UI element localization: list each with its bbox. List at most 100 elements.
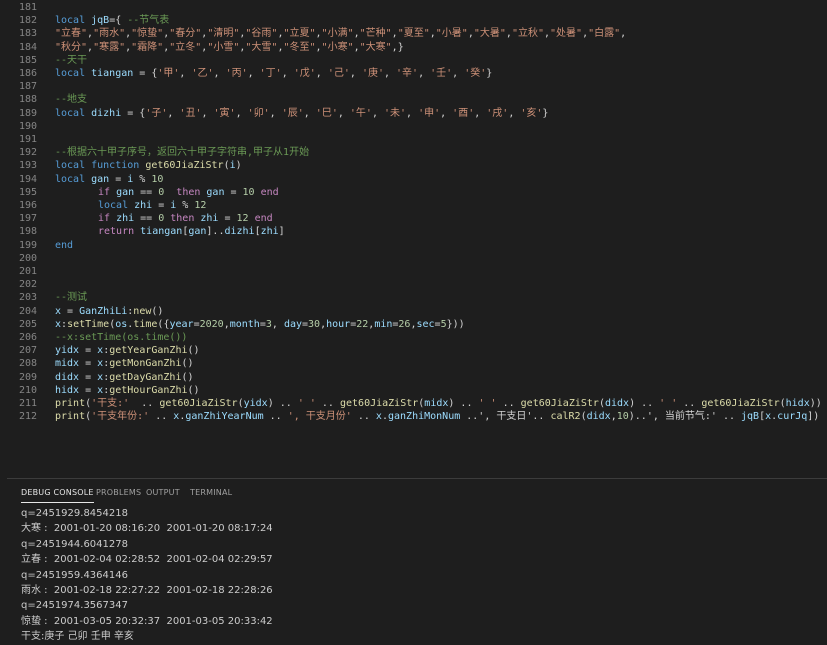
code-line[interactable]: 211 print('干支:' .. get60JiaZiStr(yidx) ..… [7,397,822,410]
token: , [440,107,453,119]
code-line[interactable]: 206 --x:setTime(os.time()) [7,331,188,344]
token: "小寒" [321,41,354,53]
line-number: 191 [18,134,37,145]
console-line: q=2451944.6041278 [21,538,128,550]
token: setTime [67,318,110,330]
code-line[interactable]: 181 [7,1,37,14]
line-number: 200 [18,252,37,264]
code-line[interactable]: 198 return tiangan[gan]..dizhi[zhi] [7,225,285,238]
code-line[interactable]: 193 local function get60JiaZiStr(i) [7,159,242,172]
code-line[interactable]: 209 didx = x:getDayGanZhi() [7,371,194,384]
tab-terminal[interactable]: TERMINAL [190,488,232,497]
token: "大雪" [245,41,278,53]
line-number: 204 [18,305,37,317]
token: '午' [349,107,372,119]
token: () [187,345,200,357]
token: , [474,107,487,119]
token: --x:setTime(os.time()) [55,332,188,343]
code-text: print('干支:' .. get60JiaZiStr(yidx) .. ' … [55,397,822,410]
token: = [109,173,128,185]
token: jqB [91,15,110,27]
code-text: hidx = x:getHourGanZhi() [55,384,200,397]
debug-console-output[interactable]: q=2451929.8454218 大寒 : 2001-01-20 08:16:2… [21,501,821,645]
token: '丙' [225,68,248,79]
token: ' ' [297,398,316,409]
token: midx [55,358,80,370]
console-line: q=2451974.3567347 [21,600,128,612]
token: , [269,107,282,119]
token: "夏至" [397,28,430,40]
code-line[interactable]: 186 local tiangan = {'甲', '乙', '丙', '丁', … [7,67,492,80]
code-line[interactable]: 187 [7,80,37,93]
line-number: 198 [18,226,37,238]
tab-debug-console[interactable]: DEBUG CONSOLE [21,488,94,503]
token: )..', 当前节气:' .. [628,411,742,423]
code-line[interactable]: 195 if gan == 0 then gan = 10 end [7,186,279,199]
code-line[interactable]: 194 local gan = i % 10 [7,173,163,186]
token: .. [149,411,174,423]
token: print [55,411,86,423]
token: .. [263,411,288,423]
token: hour [326,318,351,330]
token: calR2 [550,411,581,423]
code-line[interactable]: 197 if zhi == 0 then zhi = 12 end [7,212,273,225]
token: , [452,68,465,79]
token: get60JiaZiStr [520,398,599,409]
line-number: 202 [18,279,37,291]
code-line[interactable]: 200 [7,252,37,265]
token: ' ' [478,398,497,409]
code-line[interactable]: 191 [7,133,37,146]
code-line[interactable]: 185 --天干 [7,54,87,67]
token: 2020 [199,318,224,330]
token: 10 [242,186,255,198]
token: = { [121,107,146,119]
token: , [201,107,214,119]
token: yidx [55,345,80,357]
token: ) .. [629,398,660,409]
tab-problems[interactable]: PROBLEMS [96,488,141,497]
line-number: 197 [18,213,37,225]
tab-output[interactable]: OUTPUT [146,488,180,497]
code-line[interactable]: 205 x:setTime(os.time({year=2020,month=3,… [7,318,465,331]
console-line: 雨水 : 2001-02-18 22:27:22 2001-02-18 22:2… [21,585,273,596]
token: == [134,213,159,225]
token: get60JiaZiStr [701,398,780,409]
line-number: 192 [18,147,37,159]
token: 12 [194,200,207,211]
code-line[interactable]: 212 print('干支年份:' .. x.ganZhiYearNum .. '… [7,410,819,423]
code-line[interactable]: 199 end [7,239,73,252]
code-text: x:setTime(os.time({year=2020,month=3, da… [55,318,465,331]
token: = [61,305,80,317]
code-line[interactable]: 196 local zhi = i % 12 [7,199,206,212]
code-line[interactable]: 201 [7,265,37,278]
token: '乙' [191,68,214,79]
code-line[interactable]: 190 [7,120,37,133]
token: '戊' [293,68,316,79]
token: , [213,68,226,79]
token: } [486,68,493,79]
code-editor[interactable]: 181 182 local jqB={ --节气表 183 "立春","雨水","惊蛰"… [7,0,827,478]
code-text: --地支 [55,93,87,106]
code-line[interactable]: 192 --根据六十甲子序号，返回六十甲子字符串,甲子从1开始 [7,146,309,159]
token: return [98,226,141,238]
code-line[interactable]: 203 --测试 [7,291,87,304]
code-line[interactable]: 189 local dizhi = {'子', '丑', '寅', '卯', '辰… [7,107,549,120]
token: .. [315,398,340,409]
token: '戌' [486,107,509,119]
bottom-panel: DEBUG CONSOLE PROBLEMS OUTPUT TERMINAL q=24… [7,479,827,645]
code-line[interactable]: 182 local jqB={ --节气表 [7,14,169,27]
code-line[interactable]: 184 "秋分","寒露","霜降","立冬","小雪","大雪","冬至","小… [7,41,404,54]
code-line[interactable]: 208 midx = x:getMonGanZhi() [7,357,194,370]
token: GanZhiLi [79,305,128,317]
code-line[interactable]: 210 hidx = x:getHourGanZhi() [7,384,200,397]
token: ..', 干支日'.. [460,411,551,423]
code-line[interactable]: 207 yidx = x:getYearGanZhi() [7,344,200,357]
token: '丑' [179,107,202,119]
code-text: print('干支年份:' .. x.ganZhiYearNum .. ', 干… [55,410,819,423]
code-line[interactable]: 183 "立春","雨水","惊蛰","春分","清明","谷雨","立夏","小… [7,27,626,40]
token: "立秋" [511,28,544,40]
code-line[interactable]: 202 [7,278,37,291]
token: "谷雨" [245,28,278,40]
code-line[interactable]: 188 --地支 [7,93,87,106]
code-line[interactable]: 204 x = GanZhiLi:new() [7,305,163,318]
